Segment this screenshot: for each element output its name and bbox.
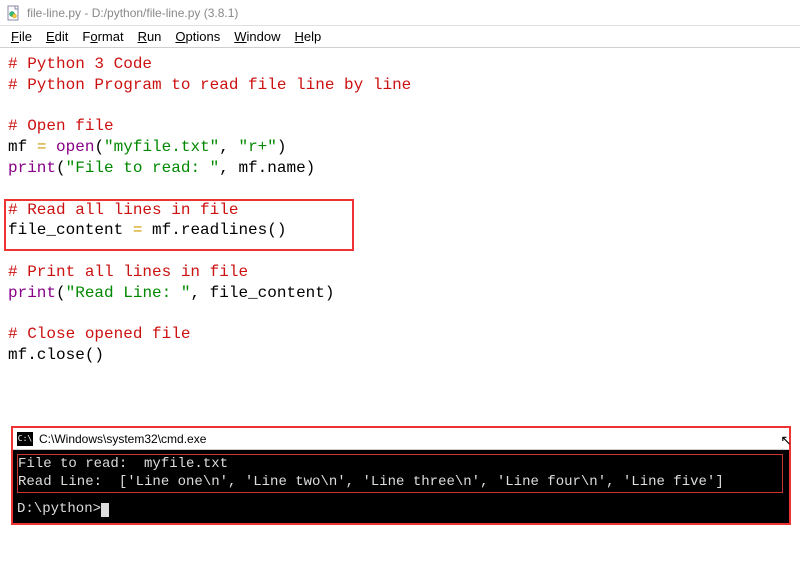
code-string: "Read Line: " <box>66 284 191 302</box>
code-paren: ( <box>56 284 66 302</box>
code-ident: mf.readlines() <box>142 221 286 239</box>
code-paren: ( <box>56 159 66 177</box>
code-builtin: print <box>8 159 56 177</box>
terminal-highlight-annotation: File to read: myfile.txt Read Line: ['Li… <box>17 454 783 493</box>
code-op: = <box>37 138 47 156</box>
code-ident: , file_content) <box>190 284 334 302</box>
code-comment: # Open file <box>8 117 114 135</box>
menu-options[interactable]: Options <box>168 27 227 46</box>
code-ident: , mf.name) <box>219 159 315 177</box>
code-ident: file_content <box>8 221 133 239</box>
code-comment: # Close opened file <box>8 325 190 343</box>
terminal-title-bar: C:\ C:\Windows\system32\cmd.exe <box>13 428 789 450</box>
terminal-output[interactable]: File to read: myfile.txt Read Line: ['Li… <box>13 450 789 523</box>
menu-run[interactable]: Run <box>131 27 169 46</box>
code-string: "File to read: " <box>66 159 220 177</box>
code-builtin: print <box>8 284 56 302</box>
code-builtin: open <box>46 138 94 156</box>
code-comment: # Python 3 Code <box>8 55 152 73</box>
python-file-icon <box>6 5 22 21</box>
title-bar: file-line.py - D:/python/file-line.py (3… <box>0 0 800 26</box>
editor-container: # Python 3 Code # Python Program to read… <box>0 48 800 372</box>
terminal-window: C:\ C:\Windows\system32\cmd.exe File to … <box>11 426 791 525</box>
terminal-prompt: D:\python> <box>17 501 101 517</box>
window-title: file-line.py - D:/python/file-line.py (3… <box>27 6 238 20</box>
code-paren: ) <box>277 138 287 156</box>
menu-edit[interactable]: Edit <box>39 27 75 46</box>
menu-window[interactable]: Window <box>227 27 287 46</box>
cmd-icon: C:\ <box>17 432 33 446</box>
code-sep: , <box>219 138 238 156</box>
code-comment: # Print all lines in file <box>8 263 248 281</box>
terminal-cursor <box>101 503 109 517</box>
menu-help[interactable]: Help <box>288 27 329 46</box>
code-comment: # Python Program to read file line by li… <box>8 76 411 94</box>
menu-file[interactable]: File <box>4 27 39 46</box>
terminal-line: Read Line: ['Line one\n', 'Line two\n', … <box>18 474 724 490</box>
code-string: "r+" <box>238 138 276 156</box>
terminal-line: File to read: myfile.txt <box>18 456 228 472</box>
code-paren: ( <box>94 138 104 156</box>
menu-bar: File Edit Format Run Options Window Help <box>0 26 800 48</box>
code-comment: # Read all lines in file <box>8 201 238 219</box>
code-ident: mf.close() <box>8 346 104 364</box>
terminal-title-text: C:\Windows\system32\cmd.exe <box>39 432 206 446</box>
menu-format[interactable]: Format <box>75 27 130 46</box>
code-op: = <box>133 221 143 239</box>
code-string: "myfile.txt" <box>104 138 219 156</box>
code-ident: mf <box>8 138 37 156</box>
code-editor[interactable]: # Python 3 Code # Python Program to read… <box>0 48 800 372</box>
